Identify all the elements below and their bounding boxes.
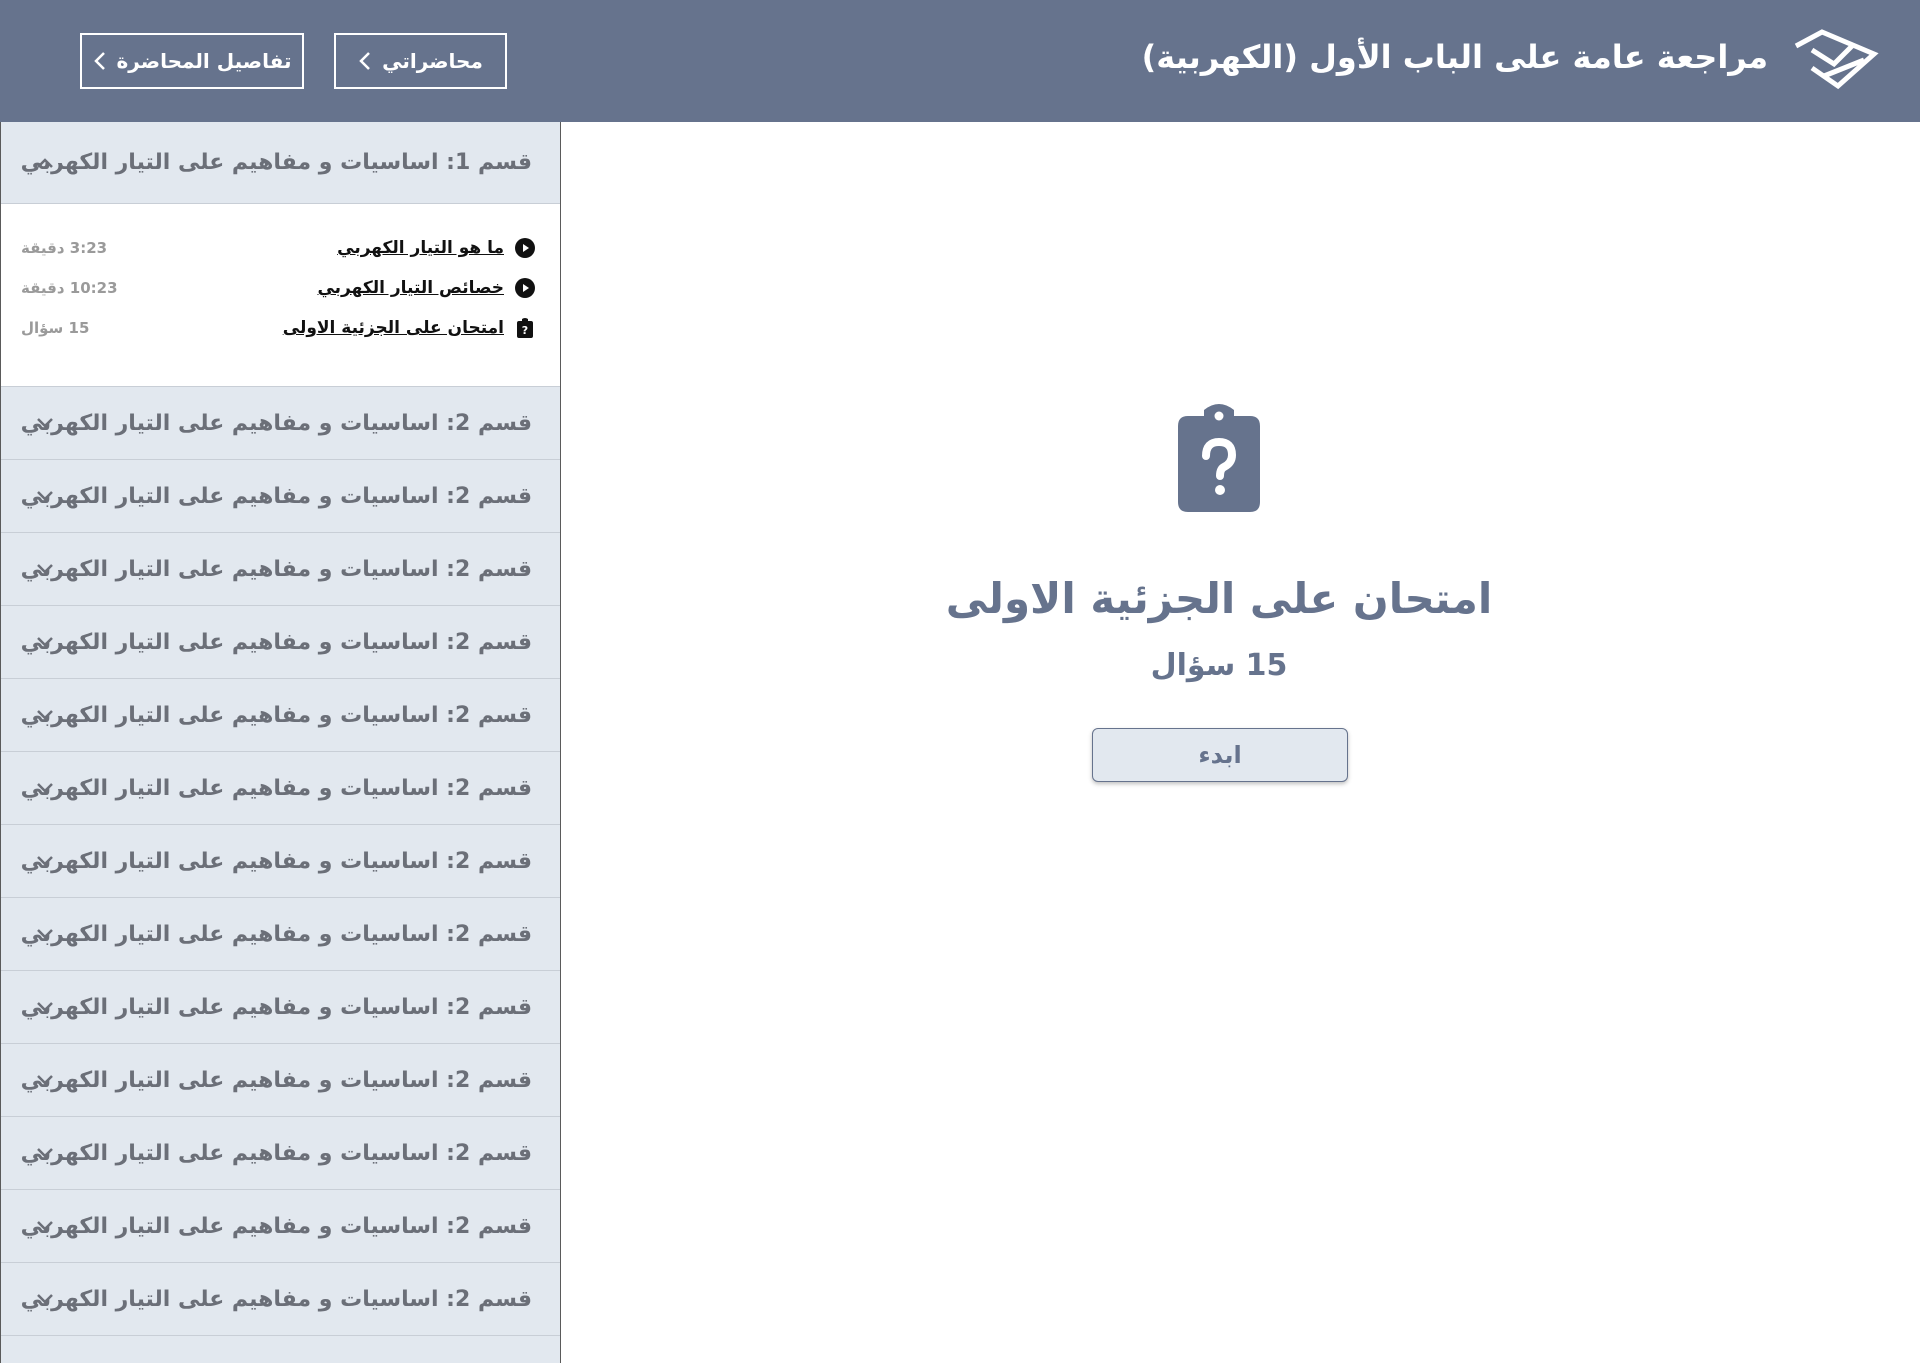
section-label: قسم 2: اساسيات و مفاهيم على التيار الكهر… (20, 775, 532, 801)
lesson-title[interactable]: امتحان على الجزئية الاولى (283, 313, 504, 343)
svg-text:?: ? (522, 324, 528, 337)
section-header[interactable]: قسم 2: اساسيات و مفاهيم على التيار الكهر… (1, 679, 560, 752)
section-header[interactable]: قسم 2: اساسيات و مفاهيم على التيار الكهر… (1, 1263, 560, 1336)
chevron-down-icon[interactable] (36, 1147, 54, 1159)
section-label: قسم 2: اساسيات و مفاهيم على التيار الكهر… (20, 921, 532, 947)
play-circle-icon (515, 278, 535, 298)
lesson-title[interactable]: ما هو التيار الكهربي (337, 233, 504, 263)
exam-question-count: 15 سؤال (1150, 648, 1288, 683)
lesson-duration: 3:23 دقيقة (21, 239, 108, 257)
my-lectures-button[interactable]: محاضراتي (334, 33, 507, 89)
chevron-down-icon[interactable] (36, 855, 54, 867)
section-header[interactable]: قسم 2: اساسيات و مفاهيم على التيار الكهر… (1, 387, 560, 460)
chevron-up-icon[interactable] (36, 157, 54, 169)
section-header[interactable]: قسم 2: اساسيات و مفاهيم على التيار الكهر… (1, 752, 560, 825)
chevron-down-icon[interactable] (36, 490, 54, 502)
chevron-down-icon[interactable] (36, 928, 54, 940)
lesson-duration: 10:23 دقيقة (21, 279, 118, 297)
chevron-down-icon[interactable] (36, 1074, 54, 1086)
list-item[interactable]: خصائص التيار الكهربي 10:23 دقيقة (1, 273, 560, 303)
section-header[interactable]: قسم 2: اساسيات و مفاهيم على التيار الكهر… (1, 1117, 560, 1190)
section-header[interactable]: قسم 2: اساسيات و مفاهيم على التيار الكهر… (1, 971, 560, 1044)
brand-logo-icon[interactable] (1790, 26, 1880, 92)
chevron-down-icon[interactable] (36, 563, 54, 575)
my-lectures-label: محاضراتي (382, 49, 483, 73)
start-exam-button[interactable]: ابدء (1092, 728, 1348, 782)
lecture-details-button[interactable]: تفاصيل المحاضرة (80, 33, 304, 89)
play-circle-icon (515, 238, 535, 258)
chevron-down-icon[interactable] (36, 417, 54, 429)
section-header[interactable]: قسم 2: اساسيات و مفاهيم على التيار الكهر… (1, 1044, 560, 1117)
exam-panel: امتحان على الجزئية الاولى 15 سؤال ابدء (561, 122, 1920, 1363)
section-header[interactable]: قسم 2: اساسيات و مفاهيم على التيار الكهر… (1, 533, 560, 606)
chevron-down-icon[interactable] (36, 1293, 54, 1305)
section-label: قسم 2: اساسيات و مفاهيم على التيار الكهر… (20, 702, 532, 728)
lecture-details-label: تفاصيل المحاضرة (116, 49, 292, 73)
top-header: مراجعة عامة على الباب الأول (الكهربية) م… (0, 0, 1920, 122)
section-label: قسم 2: اساسيات و مفاهيم على التيار الكهر… (20, 410, 532, 436)
page-title: مراجعة عامة على الباب الأول (الكهربية) (1141, 38, 1768, 76)
chevron-left-icon (93, 52, 105, 70)
section-label: قسم 2: اساسيات و مفاهيم على التيار الكهر… (20, 629, 532, 655)
lesson-title[interactable]: خصائص التيار الكهربي (317, 273, 504, 303)
section-label: قسم 2: اساسيات و مفاهيم على التيار الكهر… (20, 1067, 532, 1093)
section-label: قسم 2: اساسيات و مفاهيم على التيار الكهر… (20, 994, 532, 1020)
chevron-left-icon (359, 52, 371, 70)
chevron-down-icon[interactable] (36, 636, 54, 648)
section-label: قسم 1: اساسيات و مفاهيم على التيار الكهر… (20, 150, 532, 175)
quiz-clipboard-icon: ? (517, 318, 533, 338)
lesson-question-count: 15 سؤال (21, 319, 90, 337)
chevron-down-icon[interactable] (36, 1001, 54, 1013)
quiz-clipboard-icon (1178, 404, 1260, 512)
section-label: قسم 2: اساسيات و مفاهيم على التيار الكهر… (20, 1213, 532, 1239)
section-header-1[interactable]: قسم 1: اساسيات و مفاهيم على التيار الكهر… (1, 122, 560, 204)
section-label: قسم 2: اساسيات و مفاهيم على التيار الكهر… (20, 848, 532, 874)
list-item[interactable]: ? امتحان على الجزئية الاولى 15 سؤال (1, 313, 560, 343)
section-label: قسم 2: اساسيات و مفاهيم على التيار الكهر… (20, 1286, 532, 1312)
section-header[interactable]: قسم 2: اساسيات و مفاهيم على التيار الكهر… (1, 825, 560, 898)
section-header[interactable]: قسم 2: اساسيات و مفاهيم على التيار الكهر… (1, 606, 560, 679)
section-label: قسم 2: اساسيات و مفاهيم على التيار الكهر… (20, 483, 532, 509)
section-header[interactable]: قسم 2: اساسيات و مفاهيم على التيار الكهر… (1, 460, 560, 533)
section-label: قسم 2: اساسيات و مفاهيم على التيار الكهر… (20, 556, 532, 582)
section-header[interactable]: قسم 2: اساسيات و مفاهيم على التيار الكهر… (1, 1190, 560, 1263)
course-sidebar: قسم 1: اساسيات و مفاهيم على التيار الكهر… (0, 122, 561, 1363)
chevron-down-icon[interactable] (36, 1220, 54, 1232)
exam-title: امتحان على الجزئية الاولى (945, 574, 1493, 623)
chevron-down-icon[interactable] (36, 782, 54, 794)
section-body-1: ما هو التيار الكهربي 3:23 دقيقة خصائص ال… (1, 204, 560, 387)
chevron-down-icon[interactable] (36, 709, 54, 721)
section-header[interactable]: قسم 2: اساسيات و مفاهيم على التيار الكهر… (1, 898, 560, 971)
list-item[interactable]: ما هو التيار الكهربي 3:23 دقيقة (1, 233, 560, 263)
section-label: قسم 2: اساسيات و مفاهيم على التيار الكهر… (20, 1140, 532, 1166)
